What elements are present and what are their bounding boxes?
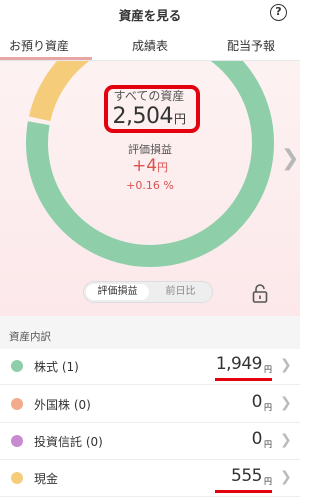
page-title: 資産を見る — [118, 8, 182, 23]
asset-row-unit: 円 — [264, 477, 272, 486]
chevron-right-icon: ❯ — [280, 357, 292, 373]
asset-row-label: 株式 (1) — [34, 360, 79, 374]
lock-icon[interactable] — [252, 283, 268, 303]
asset-row-cash[interactable]: 現金 555 円 ❯ — [0, 461, 300, 497]
gain-amount-unit: 円 — [157, 161, 169, 174]
foreign-stocks-color-dot — [11, 398, 23, 410]
asset-row-mutual-funds[interactable]: 投資信託 (0) 0 円 ❯ — [0, 424, 300, 460]
asset-breakdown-header: 資産内訳 — [0, 316, 300, 349]
cash-color-dot — [11, 472, 23, 484]
value-highlight-underline — [215, 378, 272, 381]
gain-amount: +4円 — [100, 156, 200, 176]
tab-performance[interactable]: 成績表 — [132, 37, 168, 54]
stocks-color-dot — [11, 360, 23, 372]
gain-label: 評価損益 — [128, 143, 172, 156]
asset-row-unit: 円 — [264, 440, 272, 449]
asset-row-value: 555 — [231, 466, 262, 486]
asset-row-label: 外国株 (0) — [34, 398, 91, 412]
toggle-option-day-change[interactable]: 前日比 — [149, 284, 212, 300]
chevron-right-icon: ❯ — [280, 432, 292, 448]
asset-row-foreign-stocks[interactable]: 外国株 (0) 0 円 ❯ — [0, 387, 300, 423]
gain-percent: +0.16 % — [126, 179, 174, 192]
value-highlight-underline — [215, 490, 272, 493]
asset-row-label: 投資信託 (0) — [34, 435, 103, 449]
asset-row-value: 0 — [251, 429, 263, 449]
asset-row-value: 1,949 — [215, 354, 263, 374]
asset-breakdown-title: 資産内訳 — [9, 331, 51, 343]
gain-amount-number: +4 — [131, 156, 158, 176]
tab-deposited-assets[interactable]: お預り資産 — [9, 37, 69, 54]
tab-dividend-forecast[interactable]: 配当予報 — [227, 37, 275, 54]
total-highlight-box — [104, 85, 200, 133]
app-header: 資産を見る ? — [0, 0, 300, 28]
toggle-option-unrealized-gain[interactable]: 評価損益 — [86, 284, 149, 300]
gain-toggle[interactable]: 評価損益 前日比 — [83, 281, 213, 303]
chevron-right-icon: ❯ — [280, 395, 292, 411]
asset-row-unit: 円 — [264, 403, 272, 412]
asset-row-value: 0 — [251, 392, 263, 412]
asset-summary-panel: すべての資産 2,504円 評価損益 +4円 +0.16 % ❯ 評価損益 前日… — [0, 61, 300, 316]
asset-row-label: 現金 — [34, 472, 59, 486]
mutual-funds-color-dot — [11, 435, 23, 447]
asset-row-stocks[interactable]: 株式 (1) 1,949 円 ❯ — [0, 349, 300, 385]
asset-row-unit: 円 — [264, 365, 272, 374]
help-icon[interactable]: ? — [270, 4, 287, 21]
next-panel-chevron-icon[interactable]: ❯ — [281, 146, 299, 171]
chevron-right-icon: ❯ — [280, 469, 292, 485]
